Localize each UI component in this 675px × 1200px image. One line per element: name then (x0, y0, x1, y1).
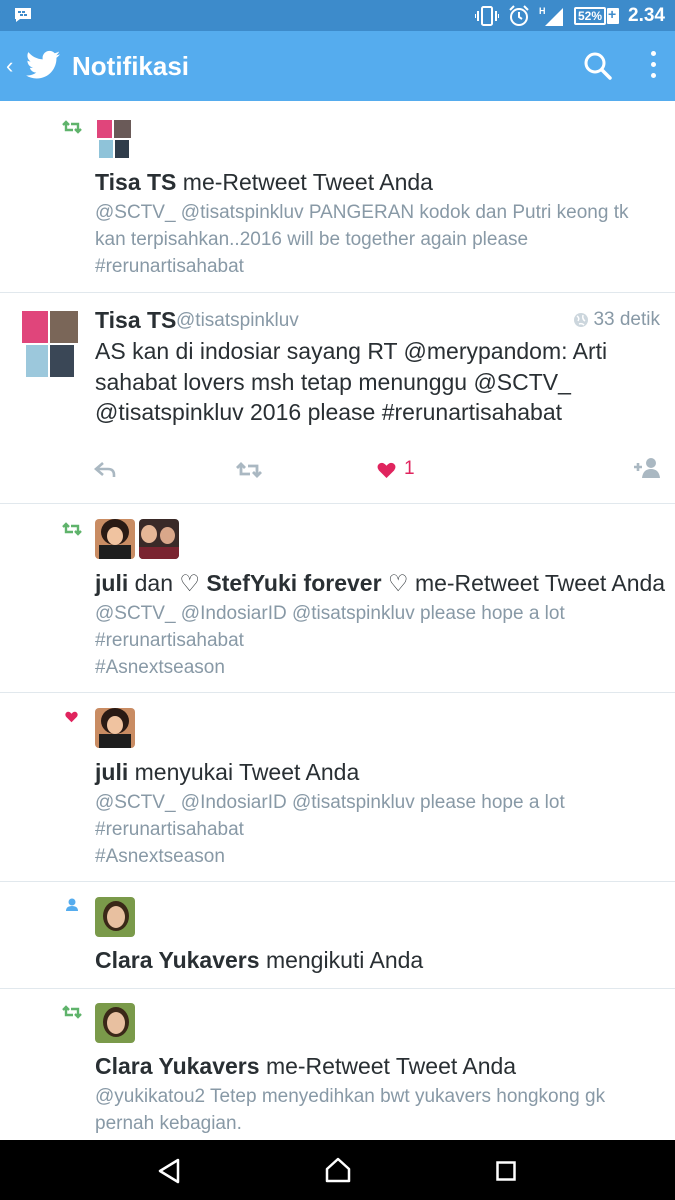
user-name[interactable]: juli (95, 759, 128, 785)
notification-headline: juli menyukai Tweet Anda (95, 759, 359, 786)
tweet-time: 33 detik (573, 309, 660, 331)
tweet-actions: 1 (0, 457, 675, 487)
recents-nav-icon[interactable] (496, 1161, 516, 1181)
clock: 2.34 (628, 4, 665, 26)
snippet-line: #Asnextseason (95, 657, 225, 678)
user-name[interactable]: Clara Yukavers (95, 947, 260, 973)
notification-follow[interactable]: Clara Yukavers mengikuti Anda (0, 882, 675, 989)
tweet-snippet[interactable]: @SCTV_ @IndosiarID @tisatspinkluv please… (95, 789, 655, 870)
like-heart-icon[interactable] (377, 462, 396, 479)
tweet[interactable]: Tisa TS @tisatspinkluv 33 detik AS kan d… (0, 293, 675, 504)
follow-person-icon (66, 898, 78, 911)
avatar[interactable] (95, 708, 135, 748)
notification-retweet[interactable]: Clara Yukavers me-Retweet Tweet Anda @yu… (0, 989, 675, 1140)
avatar[interactable] (95, 1003, 135, 1043)
like-heart-icon (65, 711, 78, 723)
notification-like[interactable]: juli menyukai Tweet Anda @SCTV_ @Indosia… (0, 693, 675, 882)
user-name[interactable]: juli (95, 570, 128, 596)
home-nav-icon[interactable] (325, 1157, 351, 1183)
user-name[interactable]: Clara Yukavers (95, 1053, 260, 1079)
user-name[interactable]: Tisa TS (95, 307, 176, 334)
notification-action: me-Retweet Tweet Anda (414, 570, 666, 596)
notification-action: me-Retweet Tweet Anda (182, 169, 433, 195)
notification-headline: juli dan ♡ StefYuki forever ♡ me-Retweet… (95, 570, 665, 597)
retweet-icon (62, 120, 82, 134)
retweet-icon (62, 1005, 82, 1019)
signal-icon: H (539, 6, 563, 26)
search-icon[interactable] (583, 51, 613, 81)
notification-retweet[interactable]: juli dan ♡ StefYuki forever ♡ me-Retweet… (0, 504, 675, 693)
avatar[interactable] (95, 519, 135, 559)
tweet-text[interactable]: AS kan di indosiar sayang RT @merypandom… (95, 336, 655, 428)
battery-level: 52% (573, 6, 607, 25)
tweet-snippet[interactable]: @SCTV_ @tisatspinkluv PANGERAN kodok dan… (95, 199, 655, 280)
vibrate-icon (474, 5, 499, 26)
snippet-line: @SCTV_ @IndosiarID @tisatspinkluv please… (95, 603, 565, 624)
tweet-snippet[interactable]: @SCTV_ @IndosiarID @tisatspinkluv please… (95, 600, 655, 681)
follow-user-icon[interactable] (633, 457, 661, 479)
like-count: 1 (404, 458, 415, 479)
status-bar: H 52% 2.34 (0, 0, 675, 31)
tweet-snippet[interactable]: @yukikatou2 Tetep menyedihkan bwt yukave… (95, 1083, 655, 1137)
back-nav-icon[interactable] (157, 1158, 181, 1184)
avatar[interactable] (95, 897, 135, 937)
snippet-line: #rerunartisahabat (95, 630, 244, 651)
system-navigation-bar (0, 1140, 675, 1200)
battery-icon: 52% (573, 6, 620, 25)
notification-headline: Clara Yukavers mengikuti Anda (95, 947, 423, 974)
back-icon[interactable]: ‹ (6, 53, 13, 79)
notification-retweet[interactable]: Tisa TS me-Retweet Tweet Anda @SCTV_ @ti… (0, 101, 675, 293)
more-vert-icon[interactable] (645, 51, 661, 81)
notification-action: mengikuti Anda (265, 947, 424, 973)
notification-headline: Clara Yukavers me-Retweet Tweet Anda (95, 1053, 516, 1080)
avatar[interactable] (95, 118, 133, 160)
snippet-line: @SCTV_ @IndosiarID @tisatspinkluv please… (95, 792, 565, 813)
globe-icon (574, 313, 589, 327)
user-handle[interactable]: @tisatspinkluv (176, 310, 299, 332)
snippet-line: #rerunartisahabat (95, 819, 244, 840)
retweet-icon[interactable] (236, 461, 262, 479)
app-bar: ‹ Notifikasi (0, 31, 675, 101)
notification-action: me-Retweet Tweet Anda (265, 1053, 517, 1079)
tweet-time-text: 33 detik (593, 309, 660, 330)
twitter-bird-icon[interactable] (26, 50, 60, 80)
retweet-icon (62, 522, 82, 536)
alarm-icon (509, 4, 529, 26)
notification-headline: Tisa TS me-Retweet Tweet Anda (95, 169, 433, 196)
snippet-line: #Asnextseason (95, 846, 225, 867)
page-title: Notifikasi (72, 51, 190, 81)
notification-action: menyukai Tweet Anda (134, 759, 360, 785)
avatar[interactable] (139, 519, 179, 559)
avatar[interactable] (22, 311, 78, 377)
notification-list[interactable]: Tisa TS me-Retweet Tweet Anda @SCTV_ @ti… (0, 101, 675, 1140)
connector-text: dan (134, 570, 173, 596)
user-name[interactable]: Tisa TS (95, 169, 176, 195)
svg-text:H: H (539, 6, 546, 16)
user-name[interactable]: ♡ StefYuki forever ♡ (179, 570, 408, 596)
reply-icon[interactable] (94, 461, 116, 479)
bbm-notification-icon (15, 8, 31, 22)
